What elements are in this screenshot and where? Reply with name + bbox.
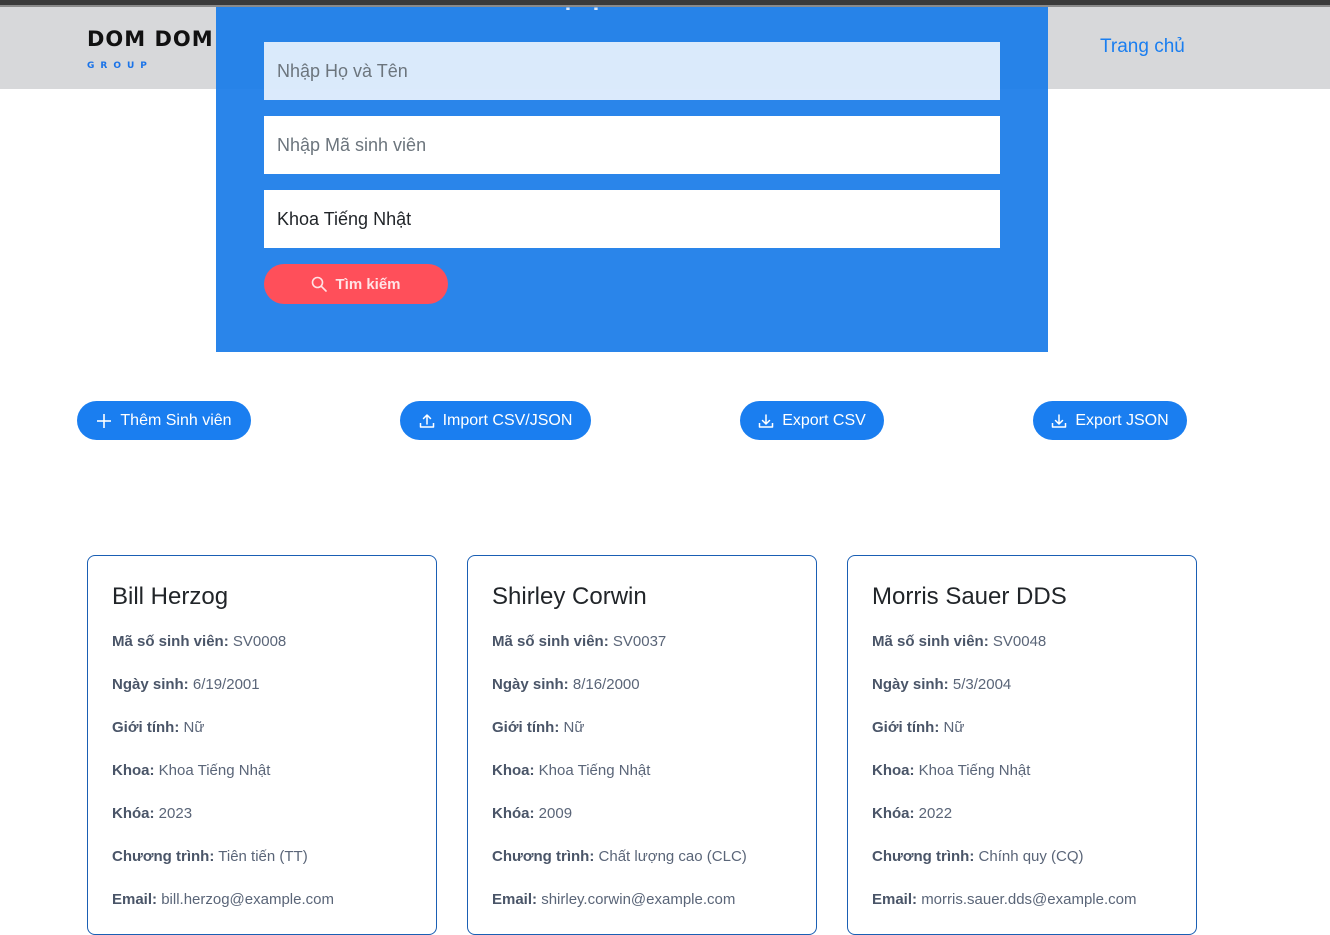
faculty-row: Khoa: Khoa Tiếng Nhật [112, 756, 412, 799]
program-label: Chương trình: [492, 848, 595, 865]
student-id-value: SV0008 [232, 633, 287, 650]
program-label: Chương trình: [872, 848, 975, 865]
name-search-input[interactable] [264, 42, 1000, 100]
program-row: Chương trình: Chất lượng cao (CLC) [492, 842, 792, 885]
email-label: Email: [492, 891, 538, 908]
search-panel: Bộ lọc tìm kiếm Tìm kiếm [216, 7, 1048, 352]
export-csv-label: Export CSV [782, 411, 866, 429]
student-id-value: SV0037 [612, 633, 667, 650]
dob-row: Ngày sinh: 8/16/2000 [492, 670, 792, 713]
gender-row: Giới tính: Nữ [492, 713, 792, 756]
program-row: Chương trình: Chính quy (CQ) [872, 842, 1172, 885]
student-name: Morris Sauer DDS [872, 583, 1067, 610]
student-id-value: SV0048 [992, 633, 1047, 650]
search-panel-title: Bộ lọc tìm kiếm [216, 7, 1048, 15]
faculty-label: Khoa: [872, 762, 915, 779]
gender-label: Giới tính: [872, 719, 940, 736]
dob-value: 5/3/2004 [952, 676, 1012, 693]
search-button-label: Tìm kiếm [335, 275, 401, 293]
program-value: Tiên tiến (TT) [218, 848, 308, 865]
gender-label: Giới tính: [112, 719, 180, 736]
email-value: shirley.corwin@example.com [541, 891, 736, 908]
search-icon [312, 276, 328, 292]
email-row: Email: morris.sauer.dds@example.com [872, 885, 1172, 928]
dob-label: Ngày sinh: [872, 676, 949, 693]
export-json-label: Export JSON [1075, 411, 1169, 429]
brand-logo[interactable]: DOM DOM GROUP [87, 27, 214, 71]
dob-value: 6/19/2001 [192, 676, 260, 693]
import-button[interactable]: Import CSV/JSON [400, 401, 591, 440]
faculty-value: Khoa Tiếng Nhật [538, 762, 651, 779]
student-card[interactable]: Bill Herzog Mã số sinh viên: SV0008 Ngày… [87, 555, 437, 935]
student-name: Bill Herzog [112, 583, 229, 610]
plus-icon [97, 413, 112, 428]
student-name: Shirley Corwin [492, 583, 647, 610]
upload-icon [419, 413, 434, 428]
student-id-row: Mã số sinh viên: SV0048 [872, 627, 1172, 670]
dob-row: Ngày sinh: 6/19/2001 [112, 670, 412, 713]
nav-link-home[interactable]: Trang chủ [1100, 36, 1185, 58]
cohort-value: 2023 [158, 805, 193, 822]
gender-value: Nữ [183, 719, 205, 736]
cohort-row: Khóa: 2022 [872, 799, 1172, 842]
program-row: Chương trình: Tiên tiến (TT) [112, 842, 412, 885]
gender-row: Giới tính: Nữ [112, 713, 412, 756]
email-label: Email: [112, 891, 158, 908]
faculty-row: Khoa: Khoa Tiếng Nhật [872, 756, 1172, 799]
faculty-value: Khoa Tiếng Nhật [918, 762, 1031, 779]
student-card[interactable]: Morris Sauer DDS Mã số sinh viên: SV0048… [847, 555, 1197, 935]
import-label: Import CSV/JSON [442, 411, 573, 429]
program-label: Chương trình: [112, 848, 215, 865]
student-id-label: Mã số sinh viên: [112, 633, 229, 650]
email-value: bill.herzog@example.com [161, 891, 334, 908]
student-id-search-input[interactable] [264, 116, 1000, 174]
email-value: morris.sauer.dds@example.com [921, 891, 1137, 908]
cohort-value: 2022 [918, 805, 953, 822]
export-json-button[interactable]: Export JSON [1033, 401, 1187, 440]
download-icon [1052, 413, 1067, 428]
cohort-value: 2009 [538, 805, 573, 822]
window-top-bar [0, 0, 1330, 7]
student-id-row: Mã số sinh viên: SV0037 [492, 627, 792, 670]
cohort-label: Khóa: [112, 805, 155, 822]
cohort-label: Khóa: [872, 805, 915, 822]
gender-value: Nữ [943, 719, 965, 736]
dob-label: Ngày sinh: [492, 676, 569, 693]
gender-row: Giới tính: Nữ [872, 713, 1172, 756]
student-card[interactable]: Shirley Corwin Mã số sinh viên: SV0037 N… [467, 555, 817, 935]
gender-label: Giới tính: [492, 719, 560, 736]
program-value: Chính quy (CQ) [978, 848, 1084, 865]
program-value: Chất lượng cao (CLC) [598, 848, 747, 865]
faculty-row: Khoa: Khoa Tiếng Nhật [492, 756, 792, 799]
faculty-search-input[interactable] [264, 190, 1000, 248]
gender-value: Nữ [563, 719, 585, 736]
brand-name: DOM DOM [87, 27, 214, 51]
student-id-label: Mã số sinh viên: [872, 633, 989, 650]
email-label: Email: [872, 891, 918, 908]
dob-row: Ngày sinh: 5/3/2004 [872, 670, 1172, 713]
search-panel-title-clip: Bộ lọc tìm kiếm [216, 7, 1048, 15]
cohort-row: Khóa: 2009 [492, 799, 792, 842]
faculty-label: Khoa: [492, 762, 535, 779]
dob-label: Ngày sinh: [112, 676, 189, 693]
download-icon [758, 413, 774, 428]
email-row: Email: shirley.corwin@example.com [492, 885, 792, 928]
search-button[interactable]: Tìm kiếm [264, 264, 448, 304]
cohort-label: Khóa: [492, 805, 535, 822]
cohort-row: Khóa: 2023 [112, 799, 412, 842]
faculty-label: Khoa: [112, 762, 155, 779]
student-id-label: Mã số sinh viên: [492, 633, 609, 650]
dob-value: 8/16/2000 [572, 676, 640, 693]
faculty-value: Khoa Tiếng Nhật [158, 762, 271, 779]
student-id-row: Mã số sinh viên: SV0008 [112, 627, 412, 670]
export-csv-button[interactable]: Export CSV [740, 401, 884, 440]
add-student-label: Thêm Sinh viên [120, 411, 232, 429]
email-row: Email: bill.herzog@example.com [112, 885, 412, 928]
add-student-button[interactable]: Thêm Sinh viên [77, 401, 251, 440]
brand-subtitle: GROUP [87, 61, 153, 71]
